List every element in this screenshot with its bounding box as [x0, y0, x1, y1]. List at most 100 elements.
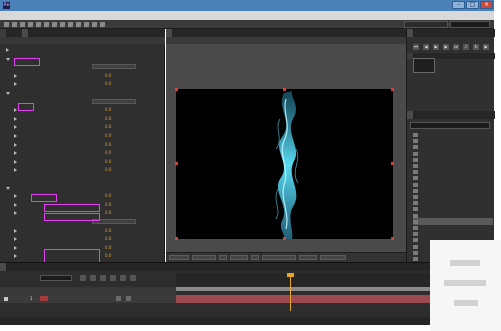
frame-blending-icon[interactable] — [110, 275, 116, 281]
composition-canvas[interactable] — [175, 88, 394, 240]
effects-search-input[interactable] — [410, 122, 490, 129]
property-value[interactable]: 0.0 — [105, 251, 111, 260]
first-frame-icon[interactable]: ⏮ — [413, 44, 419, 50]
property-dropdown[interactable] — [92, 98, 136, 104]
transform-handle[interactable] — [283, 237, 286, 240]
timeline-tabs — [0, 263, 494, 271]
twirl-closed-icon[interactable] — [14, 168, 17, 173]
tab-effect-controls[interactable] — [22, 29, 29, 37]
twirl-closed-icon[interactable] — [14, 159, 17, 164]
twirl-closed-icon[interactable] — [14, 116, 17, 121]
twirl-open-icon[interactable] — [6, 92, 10, 95]
twirl-closed-icon[interactable] — [14, 108, 17, 113]
visibility-eye-icon[interactable] — [4, 297, 8, 301]
magnification-select[interactable] — [169, 255, 189, 260]
tab-composition[interactable] — [166, 29, 173, 37]
twirl-closed-icon[interactable] — [14, 228, 17, 233]
puppet-tool-icon[interactable] — [100, 22, 105, 27]
camera-tool-icon[interactable] — [36, 22, 41, 27]
twirl-closed-icon[interactable] — [14, 125, 17, 130]
layer-row[interactable]: 1 — [0, 295, 176, 303]
layer-label-color-icon[interactable] — [40, 296, 48, 301]
current-time-indicator[interactable] — [290, 273, 291, 311]
watermark-stroke — [450, 260, 480, 266]
viewer-tabs — [166, 29, 406, 37]
twirl-closed-icon[interactable] — [14, 254, 17, 259]
twirl-closed-icon[interactable] — [14, 237, 17, 242]
tab-project[interactable] — [0, 29, 7, 37]
transform-handle[interactable] — [391, 88, 394, 91]
3d-view-select[interactable] — [262, 255, 296, 260]
twirl-open-icon[interactable] — [6, 186, 10, 190]
view-layout-select[interactable] — [299, 255, 317, 260]
last-frame-icon[interactable]: ⏭ — [453, 44, 459, 50]
text-tool-icon[interactable] — [60, 22, 65, 27]
tab-preview[interactable] — [407, 29, 414, 37]
twirl-closed-icon[interactable] — [14, 194, 17, 199]
prev-frame-icon[interactable]: ◀ — [423, 44, 429, 50]
twirl-closed-icon[interactable] — [14, 245, 17, 250]
close-button[interactable]: × — [480, 1, 493, 9]
transform-handle[interactable] — [283, 88, 286, 91]
draft-3d-icon[interactable] — [90, 275, 96, 281]
transform-handle[interactable] — [175, 88, 178, 91]
fx-switch-icon[interactable] — [116, 296, 121, 301]
twirl-closed-icon[interactable] — [14, 134, 17, 138]
transform-handle[interactable] — [391, 162, 394, 165]
parent-pickwhip-icon[interactable] — [126, 296, 131, 301]
brush-tool-icon[interactable] — [68, 22, 73, 27]
stamp-tool-icon[interactable] — [76, 22, 81, 27]
twirl-closed-icon[interactable] — [14, 73, 17, 78]
transform-handle[interactable] — [175, 162, 178, 165]
particle-effect-render — [275, 91, 299, 239]
twirl-closed-icon[interactable] — [14, 82, 17, 87]
exposure-control[interactable] — [320, 255, 346, 260]
graph-editor-icon[interactable] — [130, 275, 136, 281]
highlight-box — [44, 213, 100, 221]
composition-viewer — [166, 29, 406, 262]
left-panel-tabs — [0, 29, 165, 37]
workspace-select[interactable] — [404, 21, 448, 28]
twirl-closed-icon[interactable] — [14, 202, 17, 207]
effect-icon — [413, 257, 418, 261]
hand-tool-icon[interactable] — [12, 22, 17, 27]
twirl-closed-icon[interactable] — [14, 211, 17, 216]
comp-mini-flowchart-icon[interactable] — [80, 275, 86, 281]
audio-icon[interactable]: ♪ — [463, 44, 469, 50]
maximize-button[interactable]: □ — [466, 1, 479, 9]
effect-controls-breadcrumb — [0, 37, 165, 44]
transform-handle[interactable] — [391, 237, 394, 240]
current-time-display[interactable] — [192, 255, 216, 260]
play-icon[interactable]: ▶ — [433, 44, 439, 50]
loop-icon[interactable]: ↻ — [473, 44, 479, 50]
ram-preview-icon[interactable]: ▶ — [483, 44, 489, 50]
transform-handle[interactable] — [175, 237, 178, 240]
twirl-open-icon[interactable] — [6, 57, 10, 61]
property-dropdown[interactable] — [92, 64, 136, 70]
snapshot-button[interactable] — [219, 255, 227, 260]
zoom-tool-icon[interactable] — [20, 22, 25, 27]
help-search-input[interactable] — [450, 21, 490, 28]
eraser-tool-icon[interactable] — [84, 22, 89, 27]
timeline-search-input[interactable] — [40, 275, 72, 281]
highlight-box — [14, 58, 40, 66]
pan-behind-tool-icon[interactable] — [44, 22, 49, 27]
twirl-closed-icon[interactable] — [14, 151, 17, 156]
next-frame-icon[interactable]: ▶ — [443, 44, 449, 50]
tab-timeline-comp[interactable] — [0, 263, 7, 271]
rotate-tool-icon[interactable] — [28, 22, 33, 27]
shy-layers-icon[interactable] — [100, 275, 106, 281]
resolution-select[interactable] — [230, 255, 248, 260]
pen-tool-icon[interactable] — [52, 22, 57, 27]
roto-brush-tool-icon[interactable] — [92, 22, 97, 27]
effect-controls-panel: 0.0 0.0 0.0 0.0 0.0 0.0 0.0 0.0 0.0 0.0 0.0 0.0 0.0 0… — [0, 29, 165, 265]
app-logo-icon: Ae — [3, 2, 10, 9]
tab-effects-presets[interactable] — [407, 111, 414, 119]
menu-bar — [0, 11, 494, 20]
motion-blur-icon[interactable] — [120, 275, 126, 281]
twirl-closed-icon[interactable] — [14, 142, 17, 147]
region-of-interest-button[interactable] — [251, 255, 259, 260]
minimize-button[interactable]: – — [452, 1, 465, 9]
twirl-closed-icon[interactable] — [6, 48, 9, 52]
selection-tool-icon[interactable] — [4, 22, 9, 27]
